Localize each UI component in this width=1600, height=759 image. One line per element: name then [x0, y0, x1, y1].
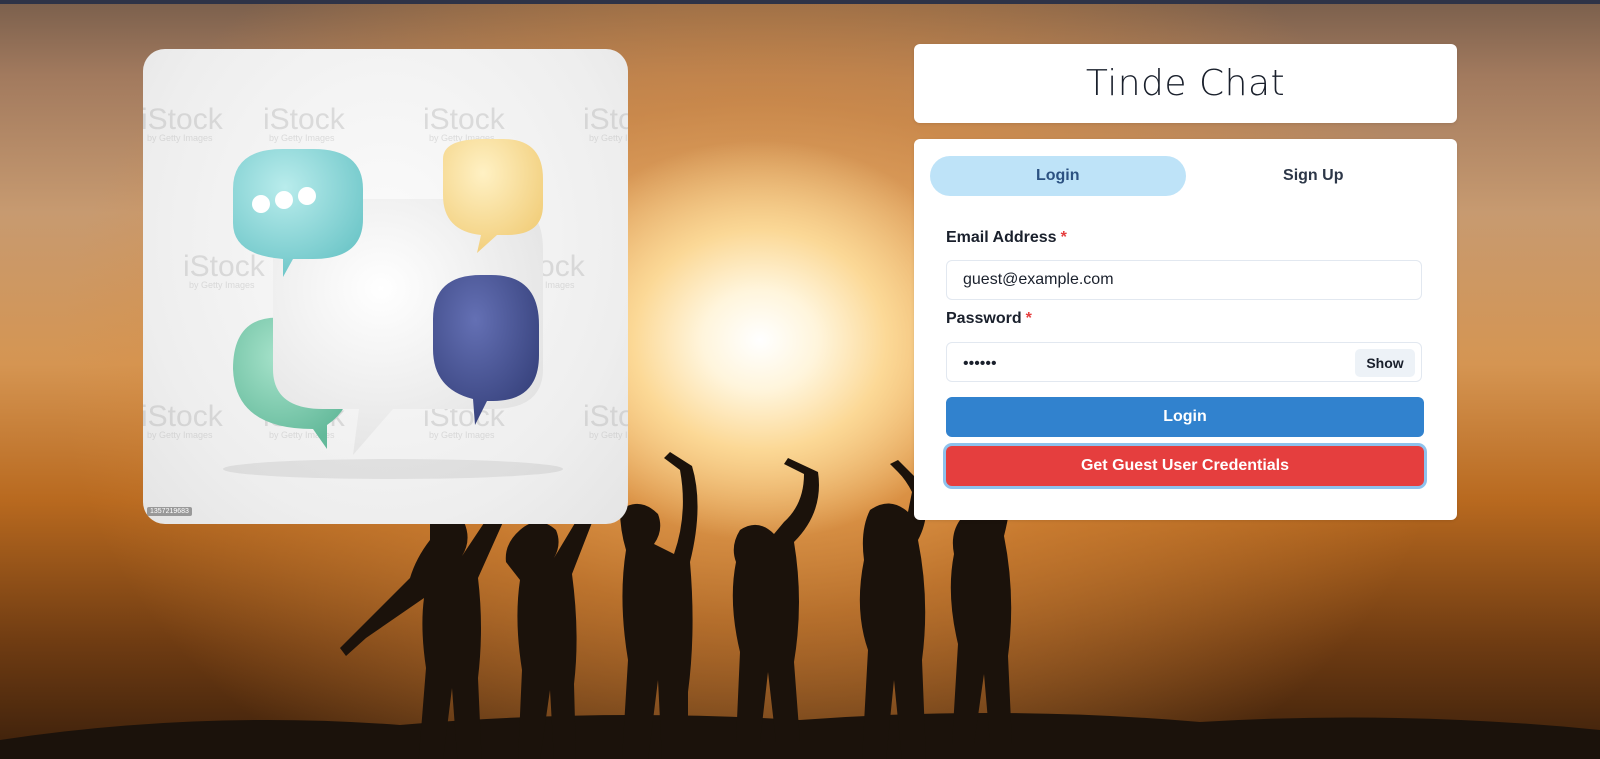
auth-tabs: Login Sign Up	[930, 156, 1441, 196]
guest-credentials-button[interactable]: Get Guest User Credentials	[946, 446, 1424, 486]
password-field[interactable]: •••••• Show	[946, 342, 1422, 382]
tab-sign-up[interactable]: Sign Up	[1186, 156, 1442, 196]
image-id-label: 1357219683	[147, 507, 192, 516]
title-card: Tinde Chat	[914, 44, 1457, 123]
show-password-button[interactable]: Show	[1355, 349, 1415, 377]
password-label: Password *	[946, 310, 1032, 327]
email-value: guest@example.com	[963, 271, 1114, 288]
app-title: Tinde Chat	[1085, 63, 1286, 104]
top-bar	[0, 0, 1600, 4]
auth-card: Login Sign Up Email Address * guest@examp…	[914, 139, 1457, 520]
required-mark: *	[1025, 310, 1032, 327]
password-value: ••••••	[963, 355, 997, 372]
email-label: Email Address *	[946, 229, 1067, 246]
required-mark: *	[1060, 229, 1067, 246]
login-button[interactable]: Login	[946, 397, 1424, 437]
email-field[interactable]: guest@example.com	[946, 260, 1422, 300]
tab-login[interactable]: Login	[930, 156, 1186, 196]
chat-bubbles-illustration: iStock by Getty Images iStock by Getty Ima…	[143, 49, 628, 524]
